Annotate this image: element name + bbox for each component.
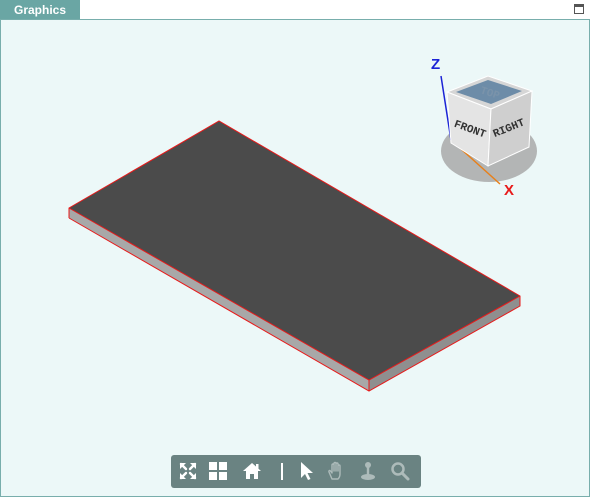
zoom-icon <box>391 462 410 481</box>
toolbar-separator <box>281 463 283 480</box>
graphics-tab-label: Graphics <box>13 2 67 17</box>
x-axis-label: X <box>504 182 514 199</box>
select-button[interactable] <box>295 460 317 482</box>
graphics-panel: Graphics TOP FRONT RIGHT Z X <box>0 0 590 497</box>
view-toolbar <box>171 455 421 488</box>
fit-all-icon <box>179 462 197 480</box>
view-cube[interactable]: TOP FRONT RIGHT Z X <box>431 56 537 199</box>
pan-button[interactable] <box>325 460 347 482</box>
fit-all-button[interactable] <box>177 460 199 482</box>
panel-header: Graphics <box>0 0 590 19</box>
maximize-icon <box>574 4 584 14</box>
layout-icon <box>209 462 227 480</box>
select-cursor-icon <box>301 462 313 480</box>
zoom-button[interactable] <box>389 460 411 482</box>
home-icon <box>243 463 261 479</box>
3d-viewport[interactable]: TOP FRONT RIGHT Z X <box>0 19 590 497</box>
home-view-button[interactable] <box>241 460 263 482</box>
z-axis-label: Z <box>431 56 440 73</box>
rotate-button[interactable] <box>357 460 379 482</box>
rotate-joystick-icon <box>361 462 375 480</box>
pan-hand-icon <box>328 461 341 480</box>
layout-button[interactable] <box>207 460 229 482</box>
maximize-button[interactable] <box>572 2 586 16</box>
scene-canvas[interactable]: TOP FRONT RIGHT Z X <box>1 20 589 496</box>
graphics-tab[interactable]: Graphics <box>0 0 80 19</box>
